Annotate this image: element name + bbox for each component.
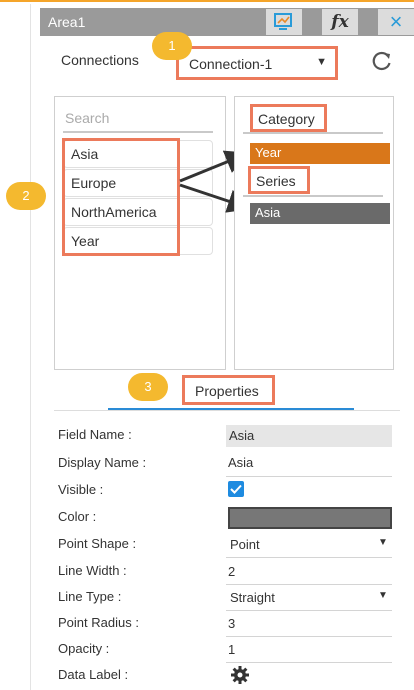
input-underline [226, 476, 392, 477]
input-underline [226, 584, 392, 585]
step-badge-1: 1 [152, 32, 192, 60]
prop-row-color: Color : [58, 507, 398, 531]
prop-label: Line Type : [58, 589, 122, 604]
panel-left-border [30, 4, 31, 690]
chevron-down-icon: ▼ [378, 537, 388, 548]
prop-row-line-type: Line Type : Straight ▼ [58, 587, 398, 611]
series-label: Series [256, 173, 296, 189]
input-underline [226, 557, 392, 558]
category-underline [243, 132, 383, 134]
panel-title: Area1 [48, 14, 86, 30]
point-shape-select[interactable]: Point [230, 537, 260, 552]
fx-icon: fx [331, 12, 349, 32]
close-icon: × [389, 9, 403, 34]
fx-button[interactable]: fx [322, 9, 358, 35]
input-underline [226, 662, 392, 663]
category-label: Category [258, 111, 315, 127]
prop-label: Point Shape : [58, 536, 137, 551]
fields-highlight-box [62, 138, 180, 256]
title-bar: Area1 fx × [40, 8, 414, 36]
prop-row-point-shape: Point Shape : Point ▼ [58, 534, 398, 558]
prop-row-visible: Visible : [58, 480, 398, 504]
prop-label: Opacity : [58, 641, 110, 656]
monitor-icon [274, 13, 292, 30]
refresh-icon[interactable] [367, 46, 397, 76]
series-underline [243, 195, 383, 197]
tab-properties-label: Properties [195, 383, 259, 399]
prop-label: Field Name : [58, 427, 132, 442]
color-picker[interactable] [228, 507, 392, 529]
display-name-input[interactable]: Asia [228, 455, 253, 470]
prop-label: Point Radius : [58, 615, 139, 630]
top-accent-line [0, 0, 414, 2]
tab-properties[interactable]: Properties [182, 375, 275, 405]
prop-label: Visible : [58, 482, 104, 497]
connections-label: Connections [61, 52, 139, 68]
line-type-select[interactable]: Straight [230, 590, 275, 605]
prop-row-point-radius: Point Radius : 3 [58, 613, 398, 637]
series-value: Asia [255, 205, 281, 220]
input-underline [226, 610, 392, 611]
close-button[interactable]: × [378, 9, 414, 35]
step-badge-3: 3 [128, 373, 168, 401]
connection-selected-value: Connection-1 [189, 56, 273, 72]
search-input[interactable]: Search [65, 110, 109, 126]
prop-label: Data Label : [58, 667, 129, 682]
prop-row-opacity: Opacity : 1 [58, 639, 398, 663]
step-badge-2: 2 [6, 182, 46, 210]
series-label-highlight: Series [248, 166, 310, 194]
prop-label: Display Name : [58, 455, 147, 470]
prop-row-display-name: Display Name : Asia [58, 453, 398, 477]
opacity-input[interactable]: 1 [228, 642, 235, 657]
prop-row-data-label: Data Label : [58, 665, 398, 689]
chevron-down-icon: ▼ [316, 56, 327, 68]
category-label-highlight: Category [250, 104, 327, 132]
point-radius-input[interactable]: 3 [228, 616, 235, 631]
category-drop-item[interactable]: Year [250, 143, 390, 164]
visible-checkbox[interactable] [228, 481, 244, 497]
prop-label: Color : [58, 509, 97, 524]
checkmark-icon [230, 484, 242, 494]
input-underline [226, 636, 392, 637]
prop-label: Line Width : [58, 563, 127, 578]
search-underline [63, 131, 213, 133]
assignment-panel [234, 96, 394, 370]
chevron-down-icon: ▼ [378, 590, 388, 601]
line-width-input[interactable]: 2 [228, 564, 235, 579]
field-name-input: Asia [226, 425, 392, 447]
preview-button[interactable] [266, 9, 302, 35]
tab-divider [54, 410, 400, 411]
field-name-value: Asia [229, 428, 255, 443]
prop-row-line-width: Line Width : 2 [58, 561, 398, 585]
category-value: Year [255, 145, 282, 160]
connection-select[interactable]: Connection-1 ▼ [176, 46, 338, 80]
prop-row-field-name: Field Name : Asia [58, 425, 398, 449]
series-drop-item[interactable]: Asia [250, 203, 390, 224]
gear-icon[interactable] [230, 665, 250, 685]
